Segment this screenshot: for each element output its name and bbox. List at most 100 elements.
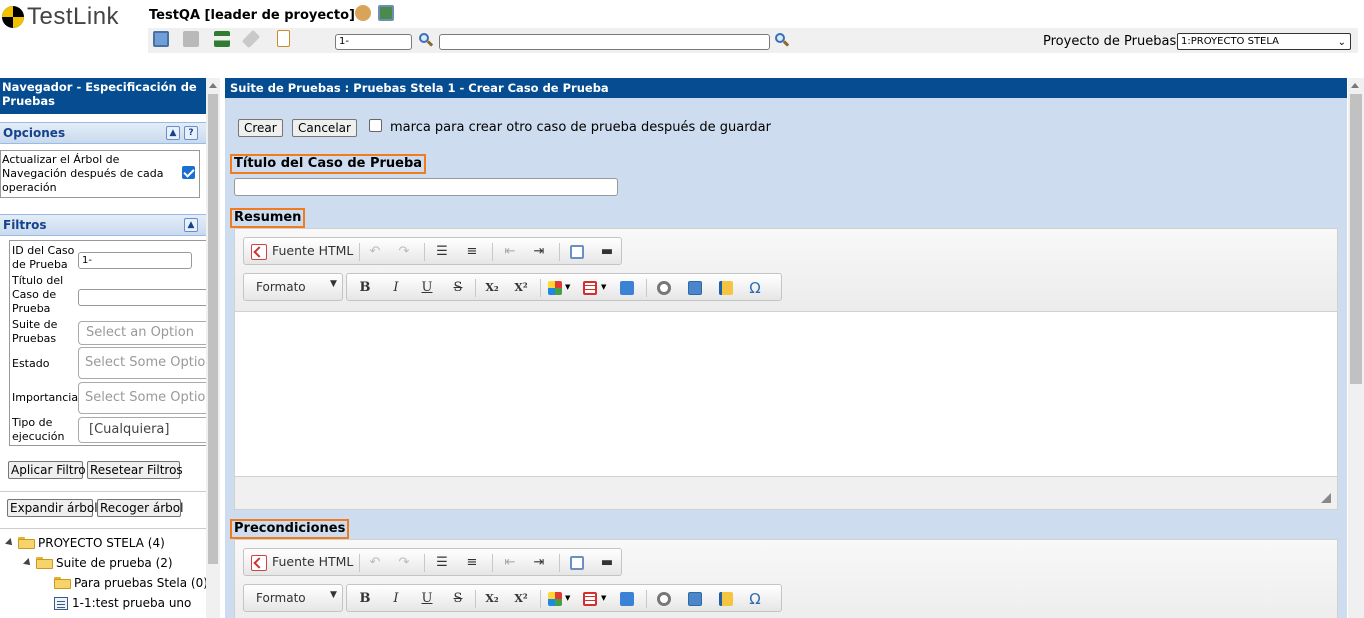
- chevron-down-icon[interactable]: ▼: [601, 594, 606, 602]
- monitor-icon[interactable]: [378, 5, 394, 21]
- bulleted-list-icon[interactable]: ≡: [464, 244, 480, 260]
- desktop-icon[interactable]: [153, 31, 169, 47]
- numbered-list-icon[interactable]: ☰: [434, 555, 450, 571]
- preconditions-editor-toolbar: Fuente HTML ↶ ↷ ☰ ≡ ⇤ ⇥ ▬ Formato ▼ B I …: [235, 540, 1337, 618]
- anchor-flag-icon[interactable]: [719, 592, 733, 606]
- filter-id-input[interactable]: 1-: [78, 252, 192, 269]
- redo-icon[interactable]: ↷: [396, 244, 412, 260]
- navigator-scrollbar[interactable]: [206, 78, 220, 618]
- search-text-input[interactable]: [439, 34, 770, 50]
- horizontal-line-icon[interactable]: ▬: [599, 244, 615, 260]
- undo-icon[interactable]: ↶: [367, 244, 383, 260]
- redo-icon[interactable]: ↷: [396, 555, 412, 571]
- chevron-down-icon[interactable]: ▼: [565, 594, 570, 602]
- collapse-tree-button[interactable]: Recoger árbol: [97, 499, 183, 517]
- subscript-button[interactable]: X₂: [481, 280, 503, 296]
- update-tree-checkbox[interactable]: [182, 166, 195, 179]
- numbered-list-icon[interactable]: ☰: [434, 244, 450, 260]
- special-char-button[interactable]: Ω: [747, 591, 763, 607]
- tree-node-testcase[interactable]: 1-1:test prueba uno: [54, 595, 191, 611]
- image-icon[interactable]: [688, 281, 702, 295]
- create-button[interactable]: Crear: [238, 119, 283, 137]
- help-icon[interactable]: ?: [184, 126, 198, 140]
- image-icon[interactable]: [688, 592, 702, 606]
- anchor-flag-icon[interactable]: [719, 281, 733, 295]
- text-color-icon[interactable]: [548, 592, 562, 606]
- collapse-up-icon[interactable]: ▲: [166, 126, 180, 140]
- html-insert-icon[interactable]: [620, 281, 634, 295]
- opciones-header[interactable]: Opciones ▲ ?: [0, 122, 206, 144]
- scroll-thumb[interactable]: [1350, 94, 1362, 384]
- format-dropdown[interactable]: Formato ▼: [243, 584, 343, 612]
- link-icon[interactable]: [657, 592, 671, 606]
- source-html-button[interactable]: Fuente HTML: [272, 554, 353, 569]
- html-insert-icon[interactable]: [620, 592, 634, 606]
- table-icon[interactable]: [583, 281, 597, 295]
- superscript-button[interactable]: X²: [510, 591, 532, 607]
- expand-triangle-icon[interactable]: [5, 538, 15, 548]
- tree-node-project[interactable]: PROYECTO STELA (4): [5, 535, 165, 551]
- strike-button[interactable]: S: [450, 280, 466, 296]
- text-color-icon[interactable]: [548, 281, 562, 295]
- user-settings-icon[interactable]: [355, 5, 371, 21]
- tree-node-suite[interactable]: Suite de prueba (2): [23, 555, 173, 571]
- outdent-icon[interactable]: ⇤: [502, 555, 518, 571]
- underline-button[interactable]: U: [419, 591, 435, 607]
- link-icon[interactable]: [657, 281, 671, 295]
- testlink-logo[interactable]: TestLink: [2, 3, 119, 30]
- expand-tree-button[interactable]: Expandir árbol: [7, 499, 98, 517]
- source-code-icon[interactable]: [251, 555, 267, 571]
- tree-node-subsuite[interactable]: Para pruebas Stela (0): [54, 575, 206, 591]
- source-html-button[interactable]: Fuente HTML: [272, 243, 353, 258]
- undo-icon[interactable]: ↶: [367, 555, 383, 571]
- outdent-icon[interactable]: ⇤: [502, 244, 518, 260]
- expand-triangle-icon[interactable]: [23, 558, 33, 568]
- hierarchy-icon[interactable]: [214, 31, 230, 47]
- main-scrollbar[interactable]: [1348, 78, 1364, 618]
- scroll-thumb[interactable]: [208, 94, 218, 564]
- search-id-icon[interactable]: [419, 33, 434, 47]
- template-icon[interactable]: [570, 556, 584, 570]
- scroll-up-icon[interactable]: [1351, 83, 1359, 88]
- summary-editor-area[interactable]: [235, 311, 1337, 477]
- indent-icon[interactable]: ⇥: [531, 555, 547, 571]
- cancel-button[interactable]: Cancelar: [292, 119, 357, 137]
- italic-button[interactable]: I: [388, 591, 404, 607]
- tc-title-input[interactable]: [234, 178, 618, 196]
- search-text-icon[interactable]: [775, 33, 790, 47]
- document-icon[interactable]: [277, 30, 290, 47]
- filter-importancia-select[interactable]: Select Some Optio: [78, 382, 206, 414]
- underline-button[interactable]: U: [419, 280, 435, 296]
- format-dropdown[interactable]: Formato ▼: [243, 273, 343, 301]
- chevron-down-icon[interactable]: ▼: [565, 283, 570, 291]
- filter-estado-select[interactable]: Select Some Optio: [78, 347, 206, 379]
- search-id-input[interactable]: 1-: [335, 34, 412, 50]
- filtros-header[interactable]: Filtros ▲: [0, 214, 206, 236]
- bold-button[interactable]: B: [357, 591, 373, 607]
- reset-filters-button[interactable]: Resetear Filtros: [87, 461, 183, 479]
- folder-icon: [18, 537, 35, 549]
- create-another-checkbox[interactable]: [369, 119, 382, 132]
- strike-button[interactable]: S: [450, 591, 466, 607]
- chevron-down-icon[interactable]: ▼: [601, 283, 606, 291]
- indent-icon[interactable]: ⇥: [531, 244, 547, 260]
- special-char-button[interactable]: Ω: [747, 280, 763, 296]
- filter-title-input[interactable]: [78, 289, 206, 306]
- template-icon[interactable]: [570, 245, 584, 259]
- table-icon[interactable]: [583, 592, 597, 606]
- bulleted-list-icon[interactable]: ≡: [464, 555, 480, 571]
- filter-suite-select[interactable]: Select an Option: [78, 321, 206, 345]
- resize-handle-icon[interactable]: [1321, 493, 1331, 503]
- superscript-button[interactable]: X²: [510, 280, 532, 296]
- bold-button[interactable]: B: [357, 280, 373, 296]
- italic-button[interactable]: I: [388, 280, 404, 296]
- cart-icon[interactable]: [183, 31, 199, 47]
- filter-tipo-select[interactable]: [Cualquiera]: [78, 417, 206, 443]
- horizontal-line-icon[interactable]: ▬: [599, 555, 615, 571]
- collapse-up-icon[interactable]: ▲: [184, 218, 198, 232]
- project-select[interactable]: 1:PROYECTO STELA ⌄: [1177, 33, 1351, 50]
- apply-filter-button[interactable]: Aplicar Filtro: [8, 461, 86, 479]
- subscript-button[interactable]: X₂: [481, 591, 503, 607]
- source-code-icon[interactable]: [251, 244, 267, 260]
- scroll-up-icon[interactable]: [209, 83, 217, 88]
